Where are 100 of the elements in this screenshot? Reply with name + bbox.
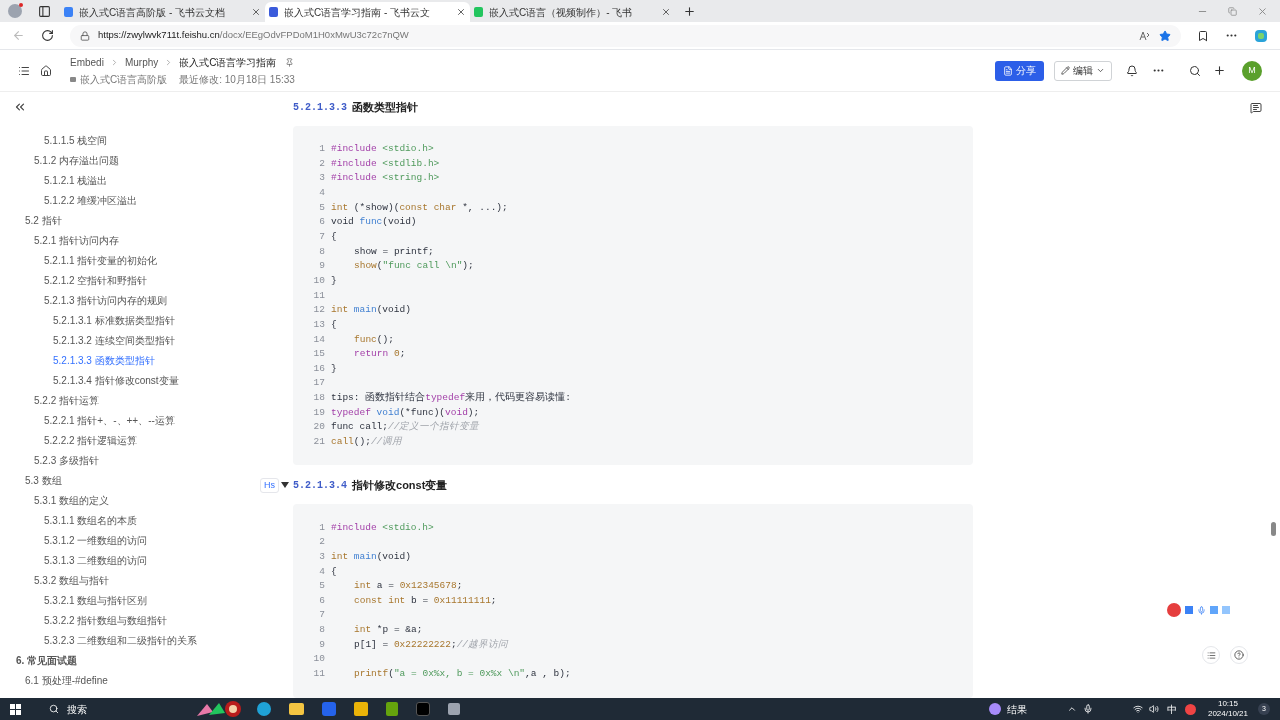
outline-item[interactable]: 5.2.1.3.1 标准数据类型指针 [0,310,258,330]
windows-start-icon[interactable] [10,703,21,715]
code-line: call();//调用 [331,435,403,449]
close-icon[interactable] [456,7,466,17]
outline-item[interactable]: 5.2.1 指针访问内存 [0,230,258,250]
outline-item[interactable]: 5.3.1.3 二维数组的访问 [0,550,258,570]
collapse-icon[interactable] [281,482,289,489]
outline-item[interactable]: 5.3 数组 [0,470,258,490]
line-number: 5 [318,200,325,215]
edge-icon[interactable] [257,702,271,716]
search-icon[interactable] [49,704,59,714]
taskbar-search[interactable]: 搜索 [67,701,87,717]
read-aloud-icon[interactable] [1139,30,1151,41]
outline-item[interactable]: 5.1.2.1 栈溢出 [0,170,258,190]
outline-item[interactable]: 5.3.1.2 一维数组的访问 [0,530,258,550]
app-icon[interactable] [448,703,460,715]
code-line: int (*show)(const char *, ...); [331,200,508,215]
outline-item[interactable]: 5.3.1.1 数组名的本质 [0,510,258,530]
outline-item[interactable]: 5.3.2 数组与指针 [0,570,258,590]
outline-item[interactable]: 5.3.2.2 指针数组与数组指针 [0,610,258,630]
line-number: 6 [318,215,325,230]
profile-icon[interactable] [8,4,22,18]
microphone-icon[interactable] [1082,704,1093,714]
outline-item[interactable]: 6. 常见面试题 [0,650,258,670]
block-handle[interactable]: Hs [260,477,279,494]
notification-icon[interactable] [1126,64,1138,77]
modified-time: 最近修改: 10月18日 15:33 [179,72,295,87]
line-number: 21 [312,435,325,449]
sogou-icon[interactable] [1184,703,1196,715]
pin-icon[interactable] [284,57,294,67]
ime-indicator[interactable]: 中 [1166,701,1177,717]
home-icon[interactable] [40,64,52,77]
share-button[interactable]: 分享 [995,60,1044,81]
close-icon[interactable] [661,7,671,17]
code-line: #include <string.h> [331,171,440,186]
outline-item[interactable]: 5.2.1.3.4 指针修改const变量 [0,370,258,390]
outline-item[interactable]: 5.3.2.3 二维数组和二级指针的关系 [0,630,258,650]
outline-item[interactable]: 5.1.2 内存溢出问题 [0,150,258,170]
line-number: 11 [312,667,325,682]
tab-title: 嵌入式C语言（视频制作）- 飞书 [489,5,634,20]
outline-item[interactable]: 5.3.2.1 数组与指针区别 [0,590,258,610]
address-bar[interactable]: https://zwylwvk711t.feishu.cn/docx/EEgOdvFPDoM1H0xMwU3c72c7nQW [70,24,1181,47]
close-window-icon[interactable] [1257,5,1268,17]
outline-item[interactable]: 5.2.1.1 指针变量的初始化 [0,250,258,270]
copilot-icon[interactable] [1254,28,1268,43]
outline-item[interactable]: 5.1.2.2 堆缓冲区溢出 [0,190,258,210]
clock-time[interactable]: 10:15 [1217,699,1238,709]
help-button[interactable] [1230,646,1248,664]
code-line: } [331,273,337,288]
browser-tab[interactable]: 嵌入式C语言学习指南 - 飞书云文 [265,2,470,22]
outline-item[interactable]: 5.2.1.3.2 连续空间类型指针 [0,330,258,350]
line-number: 20 [312,420,325,435]
code-line: printf("a = 0x%x, b = 0x%x \n",a , b); [354,667,571,682]
weather-text[interactable]: 结果 [1006,701,1027,717]
outline-item[interactable]: 5.2.2.2 指针逻辑运算 [0,430,258,450]
parent-doc[interactable]: 嵌入式C语言高阶版 [80,71,168,87]
code-line: int a = 0x12345678; [354,579,463,594]
outline-item[interactable]: 5.2 指针 [0,210,258,230]
outline-item[interactable]: 5.3.1 数组的定义 [0,490,258,510]
outline-item[interactable]: 5.2.3 多级指针 [0,450,258,470]
code-line: { [331,317,337,332]
outline-item[interactable]: 6.1 预处理-#define [0,670,258,690]
scrollbar-thumb[interactable] [1271,522,1276,536]
heading-title: 指针修改const变量 [352,478,448,494]
add-icon[interactable] [1213,64,1226,77]
outline-toggle-icon[interactable] [18,64,30,77]
comment-icon[interactable] [1250,102,1262,114]
outline-item[interactable]: 5.2.2.1 指针+、-、++、--运算 [0,410,258,430]
document-icon [1003,65,1013,76]
close-icon[interactable] [251,7,261,17]
edit-button[interactable]: 编辑 [1054,60,1112,81]
breadcrumb-item[interactable]: Murphy [124,54,159,70]
breadcrumb-item[interactable]: 嵌入式C语言学习指南 [179,54,277,70]
line-number: 3 [318,171,325,186]
breadcrumb-item[interactable]: Embedi [70,54,104,70]
tray-expand-icon[interactable] [1066,704,1077,714]
outline-item[interactable]: 5.1.1.5 栈空间 [0,130,258,150]
volume-icon[interactable] [1148,704,1159,714]
search-icon[interactable] [1189,64,1201,77]
code-line: #include <stdio.h> [331,142,434,157]
code-line: { [331,230,337,245]
reload-icon[interactable] [41,29,54,42]
square-icon [1222,606,1230,614]
new-tab-icon[interactable] [683,4,696,18]
lock-icon[interactable] [80,30,90,41]
favorite-star-icon[interactable] [1159,29,1171,42]
app-icon[interactable] [416,702,430,716]
collapse-sidebar-icon[interactable] [13,100,27,114]
heading-title: 函数类型指针 [352,99,418,115]
outline-item[interactable]: 5.2.1.3.3 函数类型指针 [0,350,258,370]
network-icon[interactable] [1132,704,1143,714]
outline-item[interactable]: 5.2.1.2 空指针和野指针 [0,270,258,290]
outline-item[interactable]: 5.2.1.3 指针访问内存的规则 [0,290,258,310]
tab-actions-icon[interactable] [38,4,51,18]
line-number: 3 [318,549,325,564]
weather-icon[interactable] [988,703,1001,715]
outline-item[interactable]: 5.2.2 指针运算 [0,390,258,410]
url-text: https://zwylwvk711t.feishu.cn/docx/EEgOdvFPDoM1H0xMwU3c72c7nQW [98,28,409,43]
clock-date[interactable]: 2024/10/21 [1207,709,1248,719]
code-line: } [331,361,337,376]
